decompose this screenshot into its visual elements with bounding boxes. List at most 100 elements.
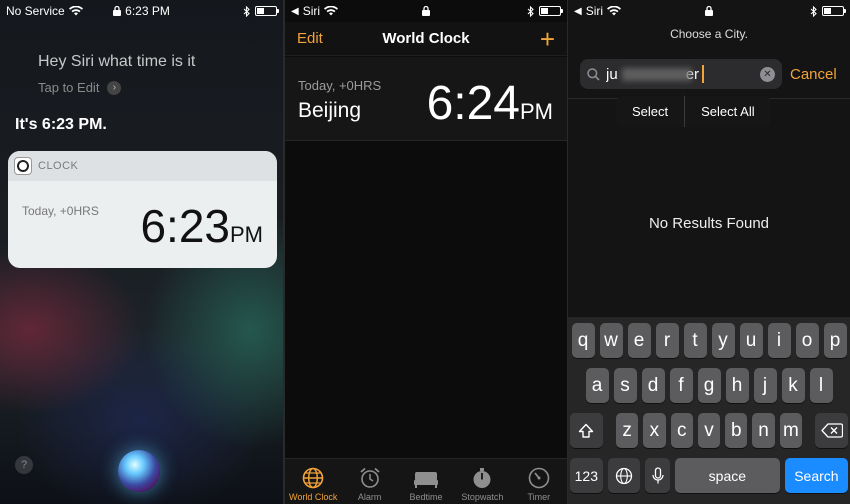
- key[interactable]: v: [697, 413, 721, 448]
- tab-alarm[interactable]: Alarm: [341, 459, 397, 504]
- globe-icon: [615, 467, 633, 484]
- key[interactable]: h: [725, 368, 749, 403]
- numbers-key[interactable]: 123: [570, 458, 603, 493]
- key[interactable]: w: [599, 323, 623, 358]
- key[interactable]: y: [711, 323, 735, 358]
- add-button[interactable]: +: [540, 26, 555, 52]
- clock-card-time: 6:23PM: [140, 199, 263, 253]
- search-input[interactable]: ju er ✕: [580, 59, 782, 89]
- key[interactable]: l: [809, 368, 833, 403]
- clock-card-app-label: CLOCK: [38, 160, 79, 172]
- key[interactable]: k: [781, 368, 805, 403]
- no-results-label: No Results Found: [648, 215, 770, 232]
- shift-icon: [579, 423, 594, 438]
- battery-icon: [255, 6, 279, 16]
- tab-bedtime[interactable]: Bedtime: [398, 459, 454, 504]
- key[interactable]: b: [725, 413, 748, 448]
- alarm-icon: [360, 467, 380, 488]
- clock-app-icon: [14, 157, 32, 175]
- bluetooth-icon: [243, 5, 250, 17]
- clock-card-offset: Today, +0HRS: [22, 204, 99, 218]
- status-bar: No Service 6:23 PM: [0, 0, 283, 22]
- city-search-panel: ◀ Siri Choose a City. ju er ✕ Cancel Sele…: [568, 0, 850, 504]
- cancel-button[interactable]: Cancel: [790, 66, 837, 83]
- microphone-icon: [652, 466, 664, 483]
- tab-bedtime-label: Bedtime: [409, 492, 443, 502]
- search-key[interactable]: Search: [784, 458, 849, 493]
- timer-icon: [528, 467, 550, 489]
- tab-alarm-label: Alarm: [357, 492, 382, 502]
- search-icon: [587, 67, 600, 81]
- stopwatch-icon: [473, 468, 491, 488]
- globe-key[interactable]: [607, 458, 641, 493]
- battery-icon: [539, 6, 563, 16]
- city-name: Beijing: [298, 99, 362, 122]
- bluetooth-icon: [527, 5, 534, 17]
- keyboard-row-4: 123 space Search: [570, 458, 849, 493]
- help-button[interactable]: ?: [15, 456, 33, 474]
- key[interactable]: u: [739, 323, 763, 358]
- bluetooth-icon: [810, 5, 817, 17]
- key[interactable]: x: [643, 413, 666, 448]
- carrier-label: No Service: [6, 4, 65, 18]
- key[interactable]: p: [823, 323, 847, 358]
- wifi-icon: [324, 6, 339, 16]
- key[interactable]: o: [795, 323, 819, 358]
- key[interactable]: n: [752, 413, 775, 448]
- select-all-button[interactable]: Select All: [685, 96, 770, 127]
- back-to-siri[interactable]: Siri: [303, 4, 320, 18]
- key[interactable]: m: [779, 413, 803, 448]
- list-item[interactable]: Today, +0HRS Beijing 6:24PM: [285, 57, 567, 141]
- wifi-icon: [68, 6, 83, 16]
- key[interactable]: d: [641, 368, 665, 403]
- key[interactable]: f: [669, 368, 693, 403]
- page-title: World Clock: [382, 30, 470, 47]
- key[interactable]: e: [627, 323, 651, 358]
- key[interactable]: r: [655, 323, 679, 358]
- tap-to-edit[interactable]: Tap to Edit ›: [38, 80, 122, 95]
- city-time-value: 6:24: [426, 77, 520, 130]
- status-time: 6:23 PM: [125, 4, 170, 18]
- text-caret: [702, 65, 704, 83]
- redacted-text: [622, 68, 692, 81]
- key[interactable]: g: [697, 368, 721, 403]
- city-time-ampm: PM: [520, 99, 553, 124]
- battery-icon: [822, 6, 846, 16]
- clock-card[interactable]: CLOCK Today, +0HRS 6:23PM: [8, 151, 277, 268]
- tab-world-clock[interactable]: World Clock: [285, 459, 341, 504]
- keyboard-row-1: q w e r t y u i o p: [570, 323, 848, 358]
- lock-icon: [422, 6, 430, 16]
- wifi-icon: [607, 6, 622, 16]
- select-button[interactable]: Select: [616, 96, 684, 127]
- clear-icon[interactable]: ✕: [760, 66, 775, 82]
- bed-icon: [414, 472, 439, 488]
- siri-orb-icon[interactable]: [118, 450, 160, 492]
- siri-query: Hey Siri what time is it: [38, 53, 196, 70]
- siri-panel: No Service 6:23 PM Hey Siri what time is…: [0, 0, 283, 504]
- back-chevron-icon[interactable]: ◀: [574, 6, 582, 17]
- dictation-key[interactable]: [645, 458, 670, 493]
- shift-key[interactable]: [570, 413, 603, 448]
- city-offset: Today, +0HRS: [298, 78, 382, 93]
- keyboard-row-2: a s d f g h j k l: [570, 368, 848, 403]
- key[interactable]: s: [613, 368, 637, 403]
- delete-key[interactable]: [815, 413, 848, 448]
- edit-menu: Select Select All: [616, 96, 771, 127]
- globe-icon: [302, 467, 324, 489]
- key[interactable]: a: [585, 368, 609, 403]
- siri-answer: It's 6:23 PM.: [15, 116, 107, 133]
- back-to-siri[interactable]: Siri: [586, 4, 603, 18]
- edit-button[interactable]: Edit: [297, 30, 323, 47]
- key[interactable]: i: [767, 323, 791, 358]
- tab-timer[interactable]: Timer: [511, 459, 567, 504]
- key[interactable]: t: [683, 323, 707, 358]
- tab-timer-label: Timer: [527, 492, 551, 502]
- key[interactable]: q: [571, 323, 595, 358]
- key[interactable]: z: [615, 413, 639, 448]
- back-chevron-icon[interactable]: ◀: [291, 6, 299, 17]
- tap-to-edit-label: Tap to Edit: [38, 80, 100, 95]
- key[interactable]: c: [670, 413, 693, 448]
- space-key[interactable]: space: [674, 458, 780, 493]
- tab-stopwatch[interactable]: Stopwatch: [454, 459, 510, 504]
- key[interactable]: j: [753, 368, 777, 403]
